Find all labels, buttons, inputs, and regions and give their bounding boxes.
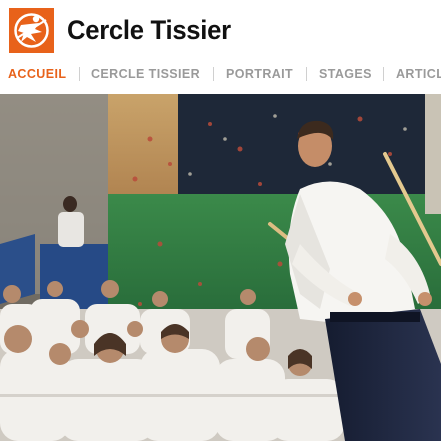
- aikido-figure-icon: [9, 8, 54, 53]
- nav-item-articles[interactable]: ARTICLES: [396, 65, 441, 83]
- nav-separator: [383, 67, 384, 81]
- site-header: Cercle Tissier: [0, 0, 441, 60]
- main-nav: ACCUEIL CERCLE TISSIER PORTRAIT STAGES A…: [0, 61, 441, 87]
- nav-separator: [306, 67, 307, 81]
- nav-item-stages[interactable]: STAGES: [319, 65, 372, 83]
- aikido-demonstration-photo: [0, 94, 441, 441]
- logo[interactable]: [9, 8, 54, 53]
- hero-photo: [0, 94, 441, 441]
- nav-item-cercle-tissier[interactable]: CERCLE TISSIER: [91, 65, 200, 83]
- nav-item-portrait[interactable]: PORTRAIT: [226, 65, 293, 83]
- nav-separator: [213, 67, 214, 81]
- nav-item-accueil[interactable]: ACCUEIL: [8, 65, 66, 83]
- nav-separator: [79, 67, 80, 81]
- site-title[interactable]: Cercle Tissier: [67, 15, 231, 46]
